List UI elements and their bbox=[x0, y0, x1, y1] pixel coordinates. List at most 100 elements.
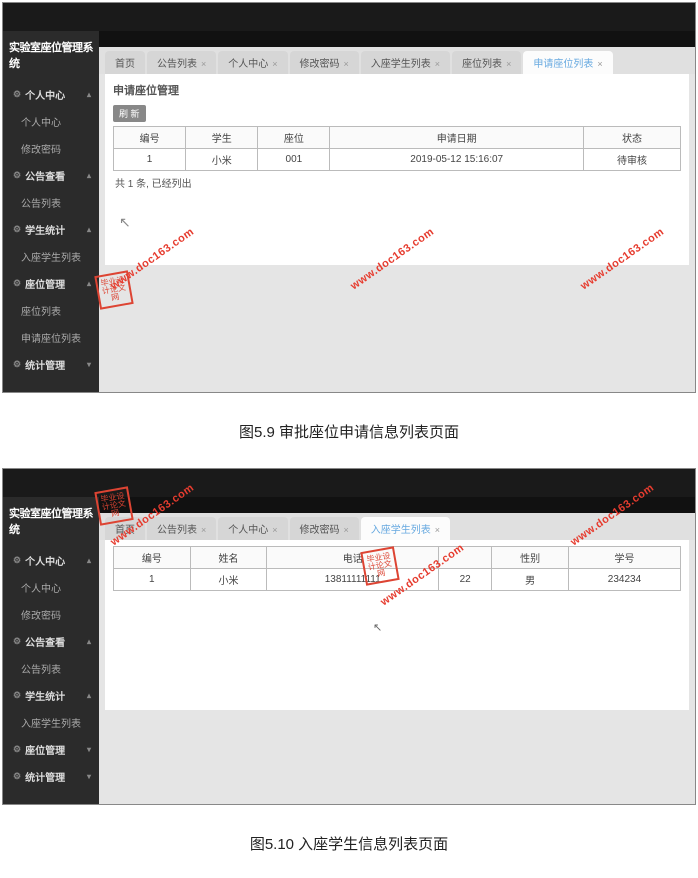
gear-icon: ⚙ bbox=[13, 555, 21, 566]
tab[interactable]: 修改密码 × bbox=[290, 517, 359, 540]
table-cell: 234234 bbox=[568, 569, 680, 591]
sidebar-item[interactable]: 修改密码 bbox=[3, 135, 99, 162]
menu-label: 公告查看 bbox=[25, 634, 65, 649]
sidebar-item[interactable]: 申请座位列表 bbox=[3, 324, 99, 351]
table-cell: 待审核 bbox=[583, 149, 680, 171]
table-cell: 22 bbox=[439, 569, 492, 591]
menu-label: 修改密码 bbox=[21, 141, 61, 156]
close-icon[interactable]: × bbox=[344, 59, 349, 69]
tab-label: 个人中心 bbox=[228, 59, 268, 70]
menu-label: 个人中心 bbox=[25, 87, 65, 102]
sidebar-item[interactable]: ⚙公告查看▴ bbox=[3, 628, 99, 655]
tab-label: 申请座位列表 bbox=[533, 59, 593, 70]
close-icon[interactable]: × bbox=[435, 59, 440, 69]
figure-2-screenshot: 实验室座位管理系统 ⚙个人中心▴个人中心修改密码⚙公告查看▴公告列表⚙学生统计▴… bbox=[2, 468, 696, 805]
figure-2-caption: 图5.10 入座学生信息列表页面 bbox=[0, 815, 698, 878]
close-icon[interactable]: × bbox=[597, 59, 602, 69]
window-titlebar bbox=[3, 469, 695, 497]
sidebar-item[interactable]: 修改密码 bbox=[3, 601, 99, 628]
header-bar bbox=[99, 31, 695, 47]
menu-label: 个人中心 bbox=[25, 553, 65, 568]
menu-label: 学生统计 bbox=[25, 222, 65, 237]
table-header: 申请日期 bbox=[330, 127, 583, 149]
tab[interactable]: 座位列表 × bbox=[452, 51, 521, 74]
chevron-up-icon: ▴ bbox=[87, 279, 91, 288]
hand-cursor-icon: ↖ bbox=[113, 194, 681, 251]
menu-label: 个人中心 bbox=[21, 580, 61, 595]
close-icon[interactable]: × bbox=[344, 525, 349, 535]
tab-label: 入座学生列表 bbox=[371, 59, 431, 70]
table-header: 状态 bbox=[583, 127, 680, 149]
menu-label: 入座学生列表 bbox=[21, 715, 81, 730]
table-cell: 2019-05-12 15:16:07 bbox=[330, 149, 583, 171]
refresh-button[interactable]: 刷 新 bbox=[113, 105, 146, 122]
sidebar-item[interactable]: ⚙个人中心▴ bbox=[3, 81, 99, 108]
table-header: 电话 bbox=[267, 547, 439, 569]
tab[interactable]: 入座学生列表 × bbox=[361, 517, 450, 540]
table-cell: 小米 bbox=[190, 569, 267, 591]
tab[interactable]: 首页 bbox=[105, 51, 145, 74]
tab[interactable]: 个人中心 × bbox=[218, 517, 287, 540]
tab-label: 入座学生列表 bbox=[371, 525, 431, 536]
table-cell: 13811111111 bbox=[267, 569, 439, 591]
close-icon[interactable]: × bbox=[435, 525, 440, 535]
sidebar-item[interactable]: ⚙个人中心▴ bbox=[3, 547, 99, 574]
sidebar-item[interactable]: ⚙座位管理▾ bbox=[3, 736, 99, 763]
menu-label: 公告查看 bbox=[25, 168, 65, 183]
table-row[interactable]: 1小米1381111111122男234234 bbox=[114, 569, 681, 591]
sidebar-item[interactable]: 入座学生列表 bbox=[3, 709, 99, 736]
table-cell: 1 bbox=[114, 149, 186, 171]
sidebar-item[interactable]: 公告列表 bbox=[3, 189, 99, 216]
tab-label: 公告列表 bbox=[157, 525, 197, 536]
tab-label: 首页 bbox=[115, 525, 135, 536]
menu-label: 座位列表 bbox=[21, 303, 61, 318]
sidebar-item[interactable]: ⚙学生统计▴ bbox=[3, 216, 99, 243]
sidebar-item[interactable]: 公告列表 bbox=[3, 655, 99, 682]
tab[interactable]: 修改密码× bbox=[290, 51, 359, 74]
main-panel: 首页公告列表×个人中心×修改密码×入座学生列表×座位列表×申请座位列表× 申请座… bbox=[99, 31, 695, 392]
sidebar-item[interactable]: ⚙公告查看▴ bbox=[3, 162, 99, 189]
sidebar-nav: 实验室座位管理系统 ⚙个人中心▴个人中心修改密码⚙公告查看▴公告列表⚙学生统计▴… bbox=[3, 497, 99, 804]
close-icon[interactable]: × bbox=[201, 59, 206, 69]
sidebar-item[interactable]: ⚙统计管理▾ bbox=[3, 763, 99, 790]
sidebar-item[interactable]: 个人中心 bbox=[3, 574, 99, 601]
sidebar-item[interactable]: ⚙统计管理▾ bbox=[3, 351, 99, 378]
header-bar bbox=[99, 497, 695, 513]
tab-label: 个人中心 bbox=[228, 525, 268, 536]
menu-label: 申请座位列表 bbox=[21, 330, 81, 345]
menu-label: 修改密码 bbox=[21, 607, 61, 622]
close-icon[interactable]: × bbox=[272, 59, 277, 69]
close-icon[interactable]: × bbox=[201, 525, 206, 535]
app-brand: 实验室座位管理系统 bbox=[3, 501, 99, 547]
sidebar-item[interactable]: 入座学生列表 bbox=[3, 243, 99, 270]
tab-label: 修改密码 bbox=[300, 525, 340, 536]
tab[interactable]: 公告列表× bbox=[147, 51, 216, 74]
close-icon[interactable]: × bbox=[506, 59, 511, 69]
tab[interactable]: 入座学生列表 × bbox=[361, 51, 450, 74]
figure-1-caption: 图5.9 审批座位申请信息列表页面 bbox=[0, 403, 698, 466]
arrow-cursor-icon: ↖ bbox=[113, 591, 681, 634]
table-cell: 男 bbox=[492, 569, 569, 591]
gear-icon: ⚙ bbox=[13, 170, 21, 181]
chevron-up-icon: ▴ bbox=[87, 90, 91, 99]
gear-icon: ⚙ bbox=[13, 771, 21, 782]
tab[interactable]: 首页 bbox=[105, 517, 145, 540]
tab-label: 座位列表 bbox=[462, 59, 502, 70]
sidebar-item[interactable]: 个人中心 bbox=[3, 108, 99, 135]
tab[interactable]: 个人中心 × bbox=[218, 51, 287, 74]
content-area: 编号姓名电话性别学号 1小米1381111111122男234234 ↖ bbox=[105, 540, 689, 710]
sidebar-item[interactable]: ⚙座位管理▴ bbox=[3, 270, 99, 297]
content-area: 申请座位管理 刷 新 编号学生座位申请日期状态 1小米0012019-05-12… bbox=[105, 74, 689, 265]
tab[interactable]: 公告列表 × bbox=[147, 517, 216, 540]
table-header: 学生 bbox=[186, 127, 258, 149]
close-icon[interactable]: × bbox=[272, 525, 277, 535]
tab[interactable]: 申请座位列表 × bbox=[523, 51, 612, 74]
sidebar-item[interactable]: ⚙学生统计▴ bbox=[3, 682, 99, 709]
sidebar-item[interactable]: 座位列表 bbox=[3, 297, 99, 324]
menu-label: 座位管理 bbox=[25, 742, 65, 757]
table-header: 编号 bbox=[114, 127, 186, 149]
menu-label: 入座学生列表 bbox=[21, 249, 81, 264]
application-table: 编号学生座位申请日期状态 1小米0012019-05-12 15:16:07待审… bbox=[113, 126, 681, 171]
chevron-up-icon: ▴ bbox=[87, 225, 91, 234]
table-row[interactable]: 1小米0012019-05-12 15:16:07待审核 bbox=[114, 149, 681, 171]
